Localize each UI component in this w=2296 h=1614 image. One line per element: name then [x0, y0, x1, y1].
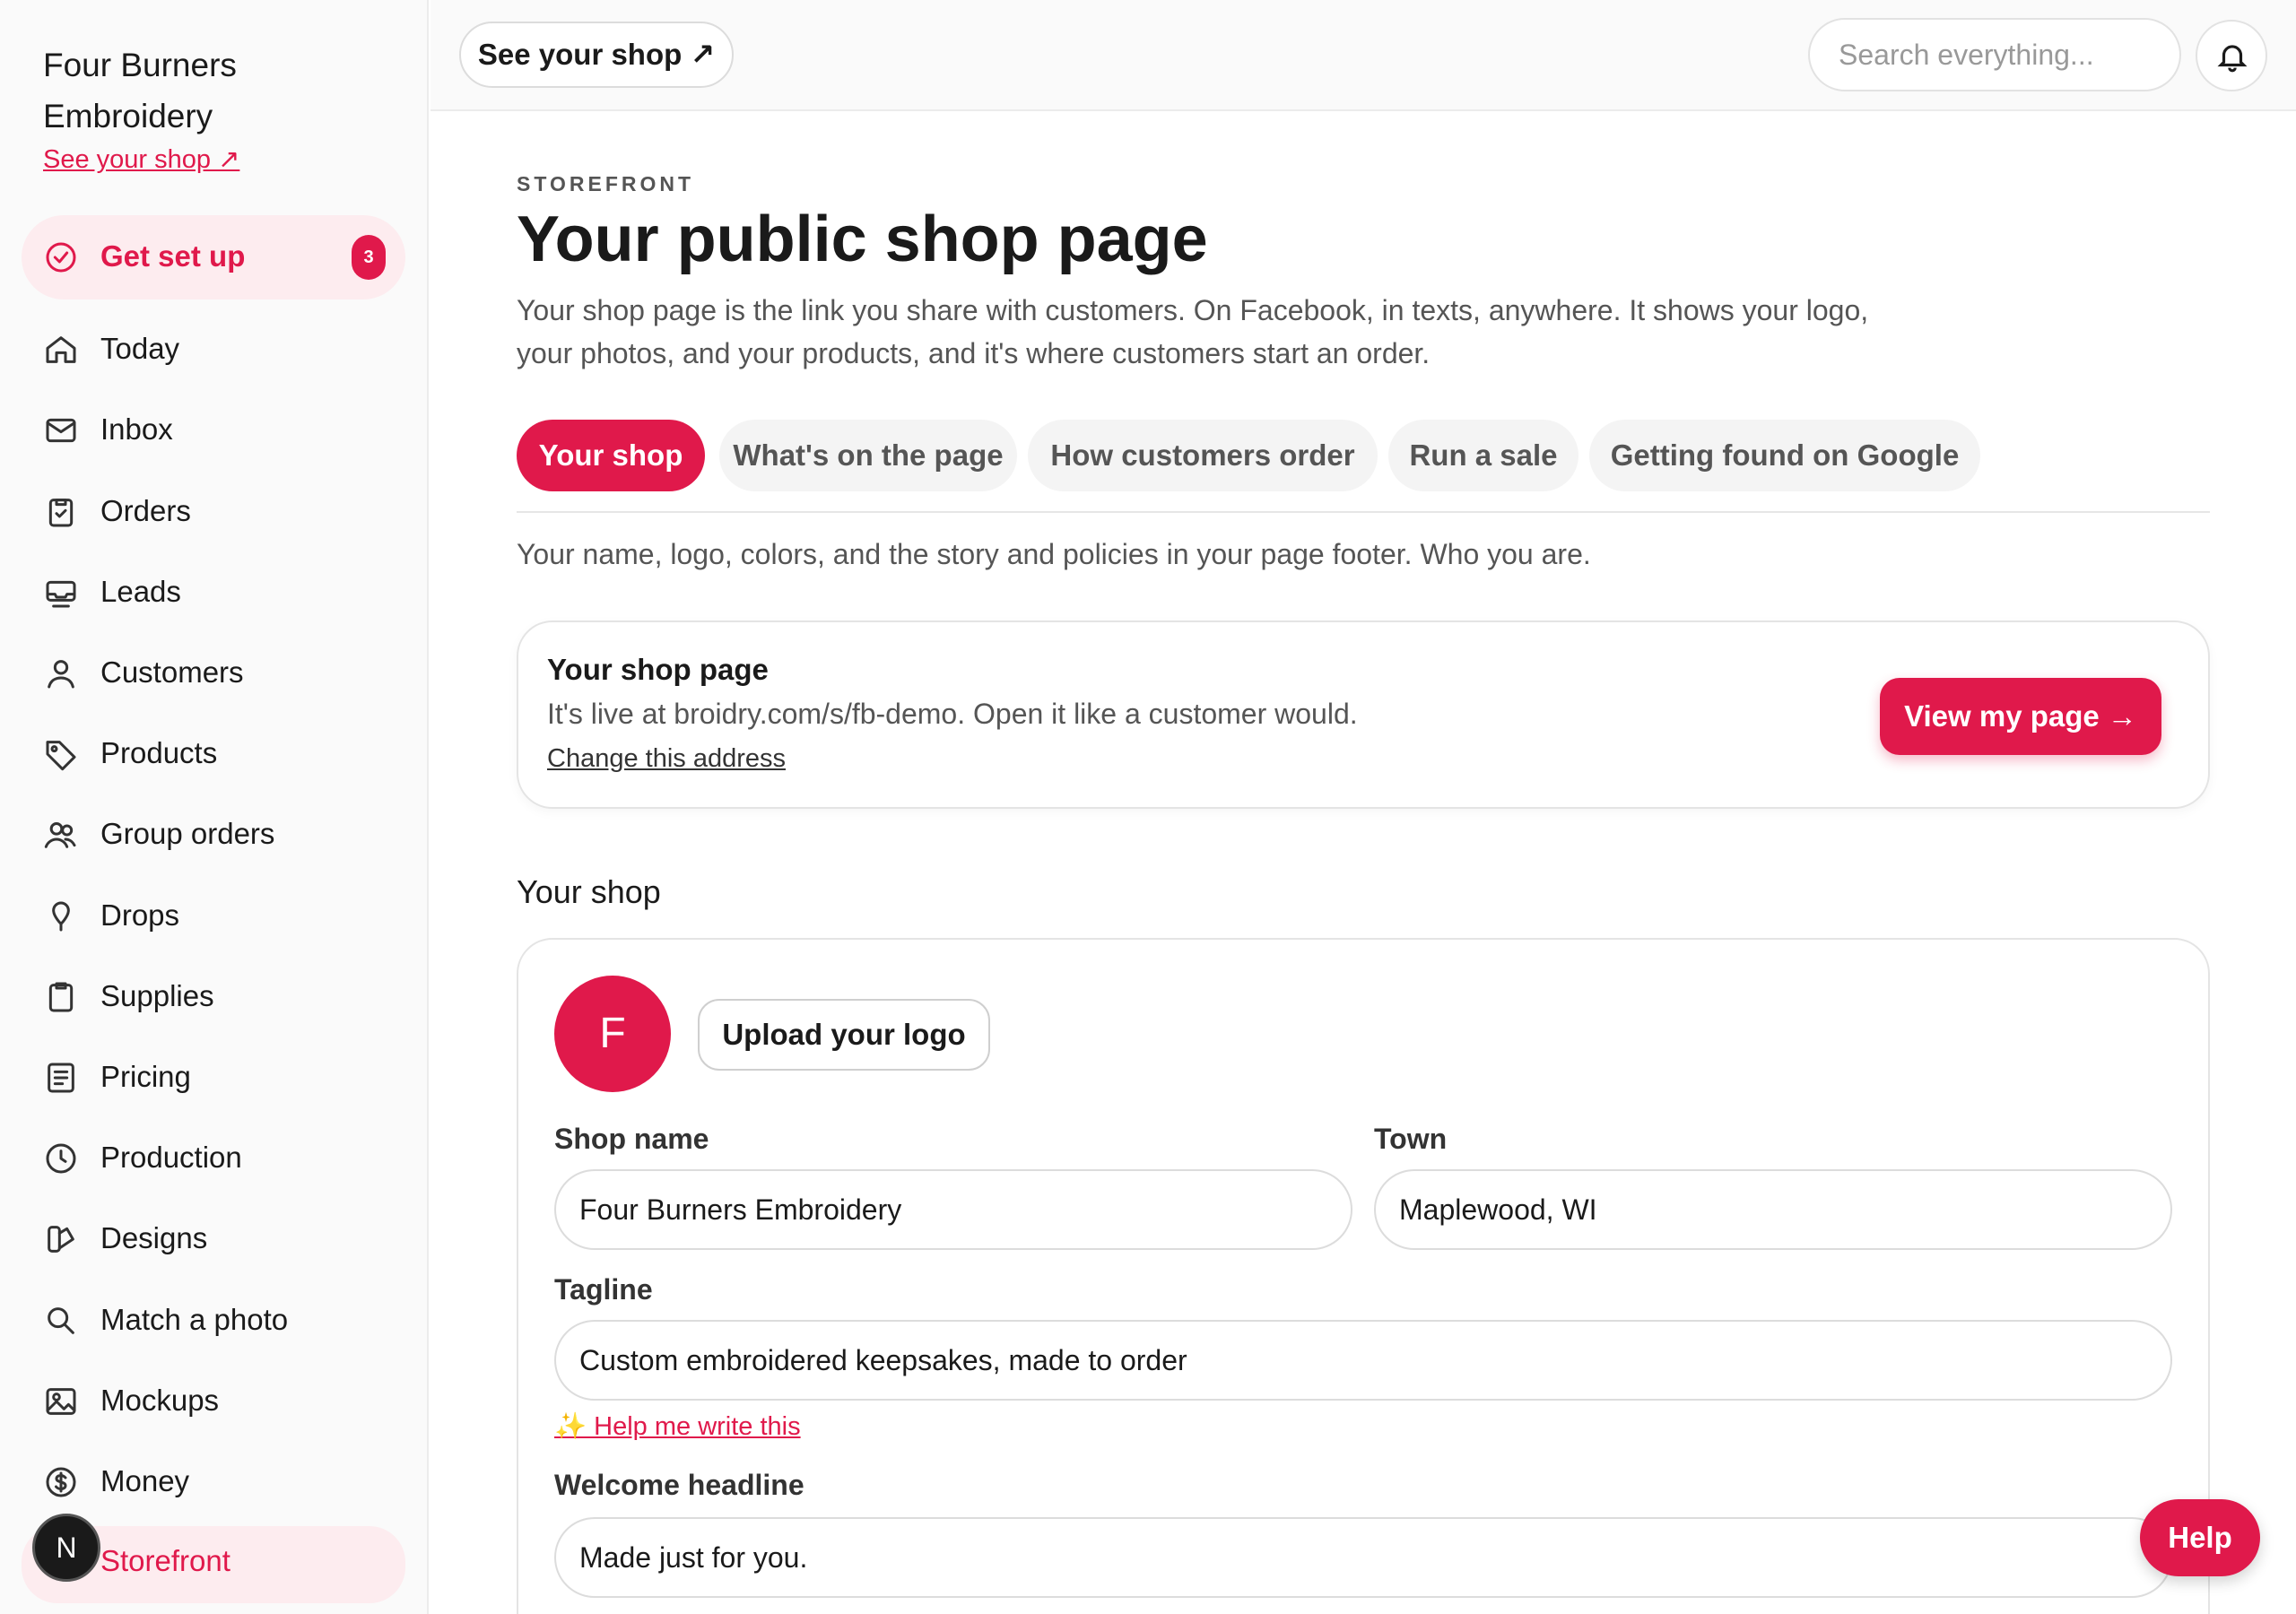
help-button[interactable]: Help	[2140, 1499, 2260, 1576]
shop-name: Four Burners Embroidery	[43, 47, 237, 134]
clock-icon	[43, 1141, 79, 1176]
tagline-label: Tagline	[554, 1273, 653, 1306]
sidebar-item-today[interactable]: Today	[22, 314, 405, 386]
search-input[interactable]: Search everything...	[1808, 18, 2181, 91]
setup-badge: 3	[352, 235, 386, 280]
sidebar-item-money[interactable]: Money	[22, 1446, 405, 1518]
nav-label: Today	[100, 332, 180, 365]
shop-page-card: Your shop page It's live at broidry.com/…	[517, 620, 2210, 809]
sidebar-item-products[interactable]: Products	[22, 718, 405, 790]
nav-label: Inbox	[100, 412, 173, 446]
tab-divider	[517, 511, 2210, 513]
view-my-page-button[interactable]: View my page →	[1880, 678, 2161, 755]
eyebrow: STOREFRONT	[517, 172, 695, 195]
sidebar-item-pricing[interactable]: Pricing	[22, 1042, 405, 1114]
see-shop-button[interactable]: See your shop ↗	[459, 22, 734, 88]
sidebar-item-leads[interactable]: Leads	[22, 557, 405, 629]
inbox-tray-icon	[43, 575, 79, 611]
card-title: Your shop page	[547, 653, 769, 686]
nav-label: Supplies	[100, 979, 214, 1012]
bell-icon	[2217, 45, 2248, 73]
welcome-headline-field[interactable]: Made just for you.	[554, 1517, 2172, 1598]
page-title: Your public shop page	[517, 204, 1208, 275]
check-circle-icon	[43, 239, 79, 275]
nav-label: Group orders	[100, 817, 275, 850]
sidebar-item-mockups[interactable]: Mockups	[22, 1366, 405, 1437]
sidebar-item-production[interactable]: Production	[22, 1123, 405, 1194]
clipboard-check-icon	[43, 494, 79, 530]
sidebar-item-match-a-photo[interactable]: Match a photo	[22, 1285, 405, 1357]
sidebar-item-designs[interactable]: Designs	[22, 1203, 405, 1275]
users-icon	[43, 817, 79, 853]
image-icon	[43, 1384, 79, 1419]
sidebar-item-inbox[interactable]: Inbox	[22, 395, 405, 466]
tab-your-shop[interactable]: Your shop	[517, 420, 705, 491]
nav-label: Leads	[100, 575, 181, 608]
dollar-icon	[43, 1464, 79, 1500]
nav-label: Match a photo	[100, 1303, 289, 1336]
shop-name-field[interactable]: Four Burners Embroidery	[554, 1169, 1352, 1250]
see-shop-link[interactable]: See your shop ↗	[43, 143, 239, 175]
nav-label: Orders	[100, 494, 191, 527]
nav-label: Money	[100, 1464, 190, 1497]
nav-get-set-up[interactable]: Get set up 3	[22, 215, 405, 299]
help-me-write-link[interactable]: ✨ Help me write this	[554, 1411, 801, 1442]
sidebar-item-group-orders[interactable]: Group orders	[22, 799, 405, 871]
tab-getting-found-on-google[interactable]: Getting found on Google	[1589, 420, 1980, 491]
clipboard-icon	[43, 979, 79, 1015]
tag-icon	[43, 736, 79, 772]
sidebar-item-orders[interactable]: Orders	[22, 476, 405, 548]
card-subtitle: It's live at broidry.com/s/fb-demo. Open…	[547, 698, 1358, 730]
logo-placeholder: F	[554, 976, 671, 1092]
tab-whats-on-the-page[interactable]: What's on the page	[719, 420, 1017, 491]
shop-name-label: Shop name	[554, 1123, 709, 1155]
sidebar: Four Burners Embroidery See your shop ↗ …	[0, 0, 429, 1614]
notifications-button[interactable]	[2196, 20, 2267, 91]
section-title: Your shop	[517, 873, 661, 910]
list-icon	[43, 1060, 79, 1096]
nav-label: Drops	[100, 898, 180, 932]
main-content: STOREFRONT Your public shop page Your sh…	[430, 113, 2296, 1614]
palette-icon	[43, 1221, 79, 1257]
nav-label: Pricing	[100, 1060, 191, 1093]
tab-description: Your name, logo, colors, and the story a…	[517, 538, 1591, 570]
town-label: Town	[1374, 1123, 1448, 1155]
upload-logo-button[interactable]: Upload your logo	[698, 999, 990, 1071]
tagline-field[interactable]: Custom embroidered keepsakes, made to or…	[554, 1320, 2172, 1401]
change-address-link[interactable]: Change this address	[547, 744, 786, 774]
nav-label: Products	[100, 736, 218, 769]
search-icon	[43, 1303, 79, 1339]
nav-label: Designs	[100, 1221, 208, 1254]
pin-icon	[43, 898, 79, 934]
sidebar-item-drops[interactable]: Drops	[22, 881, 405, 952]
user-avatar[interactable]: N	[32, 1514, 100, 1582]
welcome-headline-label: Welcome headline	[554, 1469, 804, 1501]
shop-details-card: F Upload your logo Shop name Four Burner…	[517, 938, 2210, 1614]
nav-label: Get set up	[100, 239, 246, 273]
tab-how-customers-order[interactable]: How customers order	[1028, 420, 1378, 491]
sidebar-item-customers[interactable]: Customers	[22, 638, 405, 709]
nav-label: Mockups	[100, 1384, 220, 1417]
user-icon	[43, 655, 79, 691]
nav-label: Customers	[100, 655, 244, 689]
sidebar-item-supplies[interactable]: Supplies	[22, 961, 405, 1033]
nav-label: Storefront	[100, 1544, 230, 1577]
home-icon	[43, 332, 79, 368]
tab-run-a-sale[interactable]: Run a sale	[1388, 420, 1578, 491]
mail-icon	[43, 412, 79, 448]
topbar: See your shop ↗ Search everything...	[430, 0, 2296, 111]
town-field[interactable]: Maplewood, WI	[1374, 1169, 2172, 1250]
nav-label: Production	[100, 1141, 242, 1174]
page-intro: Your shop page is the link you share wit…	[517, 294, 1869, 369]
